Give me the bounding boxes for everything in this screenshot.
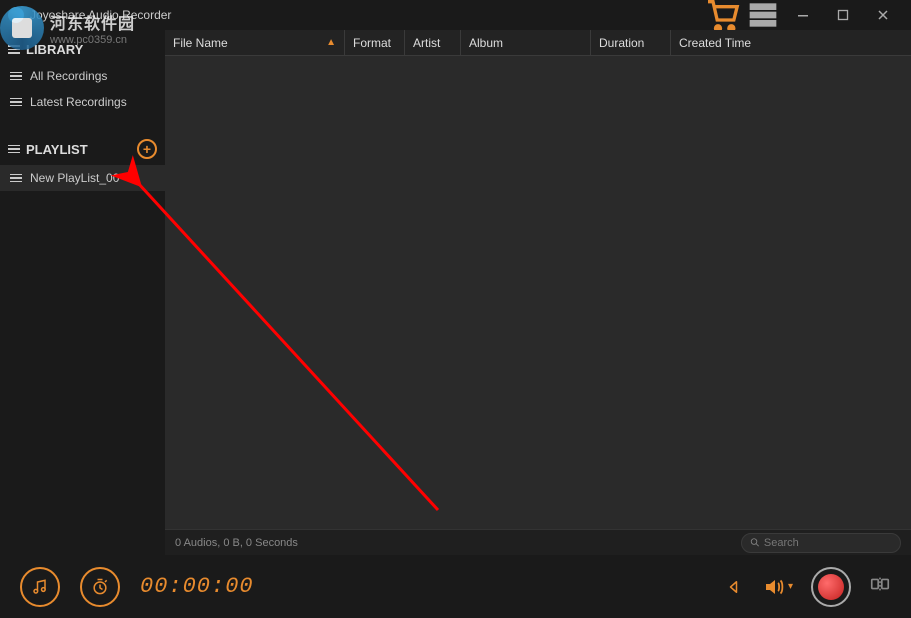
sort-caret-icon: ▲ bbox=[326, 37, 336, 48]
search-input[interactable] bbox=[764, 537, 892, 549]
sidebar-item-label: New PlayList_00 bbox=[30, 171, 119, 185]
recordings-list bbox=[165, 56, 911, 529]
sidebar-item-all-recordings[interactable]: All Recordings bbox=[0, 63, 165, 89]
record-dot-icon bbox=[818, 574, 844, 600]
column-label: File Name bbox=[173, 36, 228, 50]
status-summary: 0 Audios, 0 B, 0 Seconds bbox=[175, 537, 298, 549]
playlist-label: PLAYLIST bbox=[26, 142, 88, 157]
column-filename[interactable]: File Name ▲ bbox=[165, 30, 345, 55]
volume-button[interactable]: ▾ bbox=[762, 575, 793, 599]
sidebar-item-label: All Recordings bbox=[30, 69, 107, 83]
list-icon bbox=[10, 174, 22, 183]
sidebar-item-latest-recordings[interactable]: Latest Recordings bbox=[0, 89, 165, 115]
status-bar: 0 Audios, 0 B, 0 Seconds bbox=[165, 529, 911, 555]
burger-icon bbox=[8, 45, 20, 54]
column-label: Album bbox=[469, 36, 503, 50]
sidebar-item-playlist[interactable]: New PlayList_00 bbox=[0, 165, 165, 191]
burger-icon bbox=[8, 145, 20, 154]
sidebar-item-label: Latest Recordings bbox=[30, 95, 127, 109]
app-title: Joyoshare Audio Recorder bbox=[30, 8, 171, 22]
list-icon bbox=[10, 72, 22, 81]
sidebar: LIBRARY All Recordings Latest Recordings… bbox=[0, 30, 165, 555]
content-area: File Name ▲ Format Artist Album Duration… bbox=[165, 30, 911, 555]
column-format[interactable]: Format bbox=[345, 30, 405, 55]
maximize-button[interactable] bbox=[823, 0, 863, 30]
library-header: LIBRARY bbox=[0, 36, 165, 63]
music-library-button[interactable] bbox=[20, 567, 60, 607]
chevron-down-icon: ▾ bbox=[788, 581, 793, 592]
close-button[interactable] bbox=[863, 0, 903, 30]
column-label: Duration bbox=[599, 36, 644, 50]
column-headers: File Name ▲ Format Artist Album Duration… bbox=[165, 30, 911, 56]
search-box[interactable] bbox=[741, 533, 901, 553]
cart-icon[interactable] bbox=[703, 0, 743, 30]
column-album[interactable]: Album bbox=[461, 30, 591, 55]
record-button[interactable] bbox=[811, 567, 851, 607]
column-label: Created Time bbox=[679, 36, 751, 50]
minimize-button[interactable] bbox=[783, 0, 823, 30]
add-playlist-button[interactable]: + bbox=[137, 139, 157, 159]
playlist-header: PLAYLIST + bbox=[0, 133, 165, 165]
list-icon bbox=[10, 98, 22, 107]
time-display: 00:00:00 bbox=[140, 574, 254, 599]
column-created[interactable]: Created Time bbox=[671, 30, 911, 55]
repeat-button[interactable] bbox=[726, 578, 744, 596]
app-icon bbox=[8, 7, 24, 23]
column-label: Format bbox=[353, 36, 391, 50]
column-artist[interactable]: Artist bbox=[405, 30, 461, 55]
library-label: LIBRARY bbox=[26, 42, 83, 57]
split-button[interactable] bbox=[869, 573, 891, 600]
column-duration[interactable]: Duration bbox=[591, 30, 671, 55]
column-label: Artist bbox=[413, 36, 440, 50]
player-bar: 00:00:00 ▾ bbox=[0, 555, 911, 618]
timer-button[interactable] bbox=[80, 567, 120, 607]
menu-icon[interactable] bbox=[743, 0, 783, 30]
search-icon bbox=[750, 537, 760, 548]
title-bar: Joyoshare Audio Recorder bbox=[0, 0, 911, 30]
